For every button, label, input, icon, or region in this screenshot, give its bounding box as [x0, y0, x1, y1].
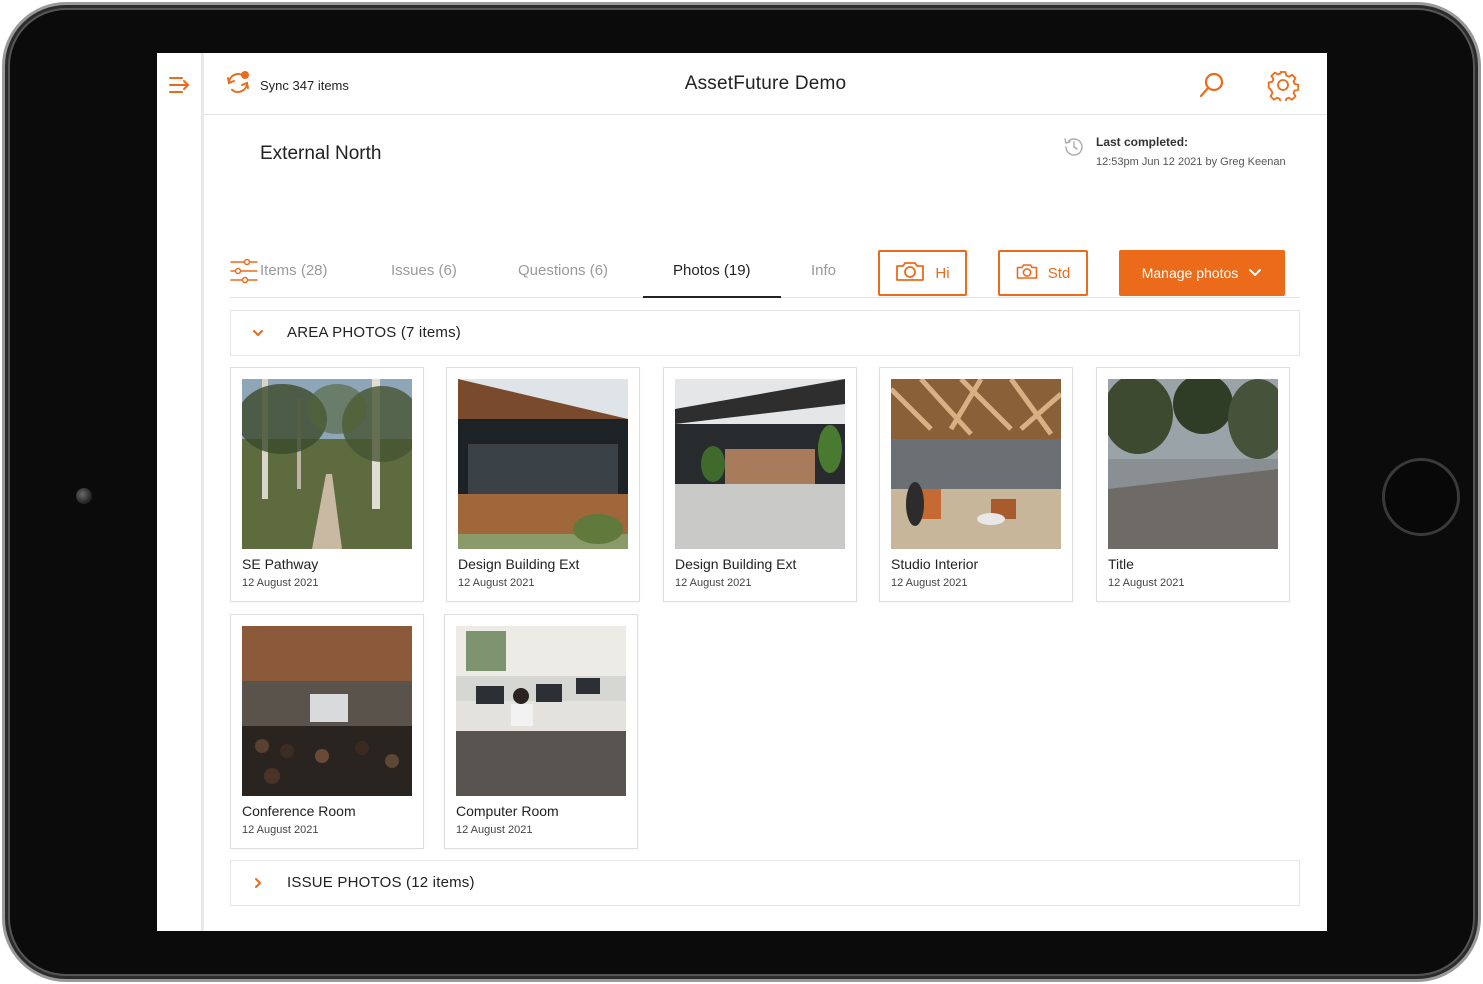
- camera-icon: [895, 260, 925, 286]
- photo-thumbnail: [458, 379, 628, 549]
- capture-std-button[interactable]: Std: [998, 250, 1088, 296]
- photo-thumbnail: [675, 379, 845, 549]
- photo-thumbnail: [1108, 379, 1278, 549]
- area-title: External North: [260, 143, 382, 164]
- photo-date: 12 August 2021: [242, 824, 319, 836]
- photo-thumbnail: [891, 379, 1061, 549]
- app-title: AssetFuture Demo: [684, 73, 847, 94]
- photo-name: Conference Room: [242, 803, 356, 819]
- chevron-down-icon: [251, 326, 265, 340]
- last-completed-detail: 12:53pm Jun 12 2021 by Greg Keenan: [1096, 156, 1286, 168]
- menu-collapse-icon[interactable]: [168, 75, 192, 95]
- photo-name: Design Building Ext: [458, 556, 580, 572]
- front-camera: [76, 488, 92, 504]
- left-rail: [157, 53, 202, 931]
- photo-date: 12 August 2021: [242, 577, 319, 589]
- camera-icon: [1016, 263, 1038, 284]
- last-completed-label: Last completed:: [1096, 135, 1189, 149]
- photo-date: 12 August 2021: [458, 577, 535, 589]
- gear-icon[interactable]: [1267, 69, 1300, 104]
- chevron-down-icon: [1248, 265, 1262, 281]
- photo-thumbnail: [242, 379, 412, 549]
- photo-name: Title: [1108, 556, 1134, 572]
- section-issue-photos[interactable]: ISSUE PHOTOS (12 items): [230, 860, 1300, 906]
- photo-thumbnail: [456, 626, 626, 796]
- top-bar: Sync 347 items AssetFuture Demo: [204, 53, 1327, 115]
- section-label: ISSUE PHOTOS (12 items): [287, 874, 475, 891]
- section-label: AREA PHOTOS (7 items): [287, 324, 461, 341]
- photo-card[interactable]: Computer Room 12 August 2021: [444, 614, 638, 849]
- photo-date: 12 August 2021: [891, 577, 968, 589]
- section-area-photos[interactable]: AREA PHOTOS (7 items): [230, 310, 1300, 356]
- photo-name: Studio Interior: [891, 556, 979, 572]
- photo-card[interactable]: Studio Interior 12 August 2021: [879, 367, 1073, 602]
- photo-date: 12 August 2021: [1108, 577, 1185, 589]
- manage-photos-label: Manage photos: [1141, 265, 1239, 281]
- app-screen: Sync 347 items AssetFuture Demo External…: [157, 53, 1327, 931]
- photo-card[interactable]: Design Building Ext 12 August 2021: [446, 367, 640, 602]
- search-icon[interactable]: [1198, 71, 1226, 99]
- chevron-right-icon: [251, 876, 265, 890]
- photo-card[interactable]: Design Building Ext 12 August 2021: [663, 367, 857, 602]
- filter-sliders-icon[interactable]: [230, 256, 258, 288]
- home-button[interactable]: [1382, 458, 1460, 536]
- photo-thumbnail: [242, 626, 412, 796]
- photo-name: Design Building Ext: [675, 556, 797, 572]
- photo-name: Computer Room: [456, 803, 559, 819]
- photo-card[interactable]: Title 12 August 2021: [1096, 367, 1290, 602]
- photo-date: 12 August 2021: [675, 577, 752, 589]
- last-completed: Last completed: 12:53pm Jun 12 2021 by G…: [1062, 135, 1286, 168]
- photo-date: 12 August 2021: [456, 824, 533, 836]
- history-icon: [1062, 135, 1086, 168]
- capture-hi-button[interactable]: Hi: [878, 250, 967, 296]
- photo-card[interactable]: SE Pathway 12 August 2021: [230, 367, 424, 602]
- manage-photos-button[interactable]: Manage photos: [1119, 250, 1285, 296]
- photo-name: SE Pathway: [242, 556, 319, 572]
- capture-hi-label: Hi: [935, 264, 950, 282]
- photo-card[interactable]: Conference Room 12 August 2021: [230, 614, 424, 849]
- main-content: Sync 347 items AssetFuture Demo External…: [204, 53, 1327, 931]
- photos-toolbar: Hi Std Manage photos: [204, 236, 1327, 310]
- capture-std-label: Std: [1047, 264, 1071, 282]
